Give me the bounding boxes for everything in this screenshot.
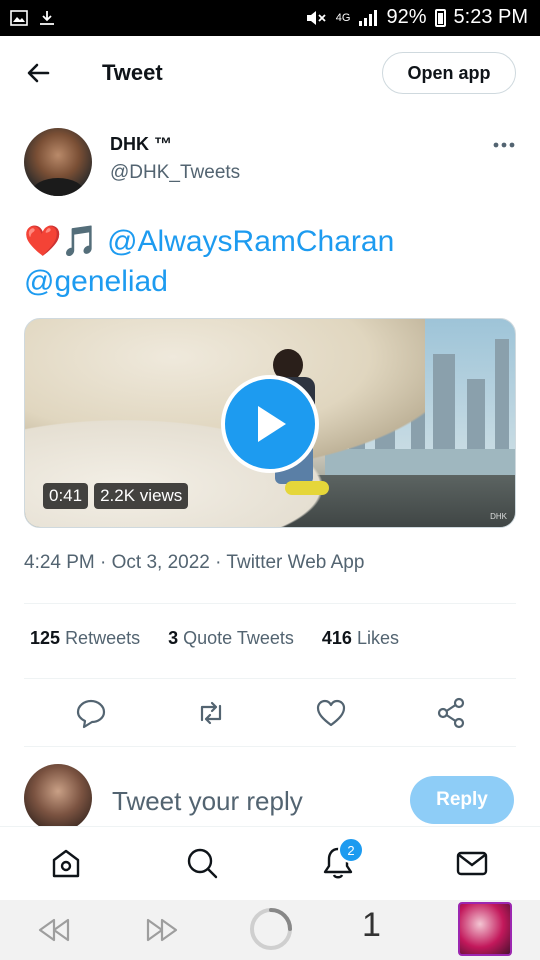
back-arrow-icon[interactable] — [22, 58, 54, 88]
music-note-emoji: 🎵 — [61, 225, 99, 258]
mention-geneliad[interactable]: @geneliad — [24, 265, 168, 298]
status-bar: 4G 92% 5:23 PM — [0, 0, 540, 36]
author-name[interactable]: DHK ™ — [110, 134, 172, 155]
download-icon — [40, 11, 54, 25]
play-icon — [258, 406, 286, 442]
retweet-icon[interactable] — [194, 696, 228, 730]
likes-stat[interactable]: 416 Likes — [322, 628, 399, 649]
more-options-icon[interactable] — [490, 138, 518, 152]
status-left-icons — [10, 9, 56, 27]
gallery-icon — [10, 10, 28, 26]
home-icon[interactable] — [48, 845, 84, 881]
tweet-stats: 125 Retweets 3 Quote Tweets 416 Likes — [30, 628, 399, 649]
author-avatar[interactable] — [24, 128, 92, 196]
divider — [24, 603, 516, 604]
tweet-timestamp[interactable]: 4:24 PM · Oct 3, 2022 · Twitter Web App — [24, 552, 364, 574]
profile-thumbnail[interactable] — [458, 902, 512, 956]
video-player[interactable]: 0:41 2.2K views DHK — [24, 318, 516, 528]
share-icon[interactable] — [434, 696, 468, 730]
search-icon[interactable] — [184, 845, 220, 881]
mute-icon — [306, 10, 326, 25]
quote-tweets-stat[interactable]: 3 Quote Tweets — [168, 628, 294, 649]
heart-emoji: ❤️ — [24, 225, 62, 258]
play-button[interactable] — [221, 375, 319, 473]
tweet-text: ❤️🎵 @AlwaysRamCharan @geneliad — [24, 222, 514, 302]
browser-nav-bar: 1 — [0, 900, 540, 960]
user-avatar[interactable] — [24, 764, 92, 832]
divider — [24, 678, 516, 679]
video-watermark: DHK — [490, 512, 507, 521]
reply-input[interactable]: Tweet your reply — [112, 786, 303, 817]
reply-button[interactable]: Reply — [410, 776, 514, 824]
like-heart-icon[interactable] — [314, 696, 348, 730]
reply-icon[interactable] — [74, 696, 108, 730]
clock: 5:23 PM — [453, 6, 528, 28]
retweets-stat[interactable]: 125 Retweets — [30, 628, 140, 649]
messages-envelope-icon[interactable] — [454, 845, 490, 881]
notification-count-badge: 2 — [338, 837, 364, 863]
divider — [24, 746, 516, 747]
open-app-button[interactable]: Open app — [382, 52, 516, 94]
battery-percent: 92% — [386, 6, 427, 28]
video-views: 2.2K views — [94, 483, 189, 509]
fast-forward-icon[interactable] — [142, 912, 182, 948]
battery-icon — [434, 8, 446, 27]
bottom-tab-bar — [0, 826, 540, 901]
page-title: Tweet — [102, 60, 163, 85]
video-badges: 0:41 2.2K views — [43, 483, 189, 509]
signal-icon — [359, 9, 378, 26]
mention-alwaysramcharan[interactable]: @AlwaysRamCharan — [107, 225, 394, 258]
network-type: 4G — [335, 11, 351, 24]
author-handle[interactable]: @DHK_Tweets — [110, 162, 240, 184]
loading-spinner-icon[interactable] — [248, 906, 294, 952]
video-duration: 0:41 — [43, 483, 89, 509]
status-right: 4G 92% 5:23 PM — [304, 6, 528, 29]
tab-count[interactable]: 1 — [362, 906, 381, 945]
rewind-icon[interactable] — [34, 912, 74, 948]
